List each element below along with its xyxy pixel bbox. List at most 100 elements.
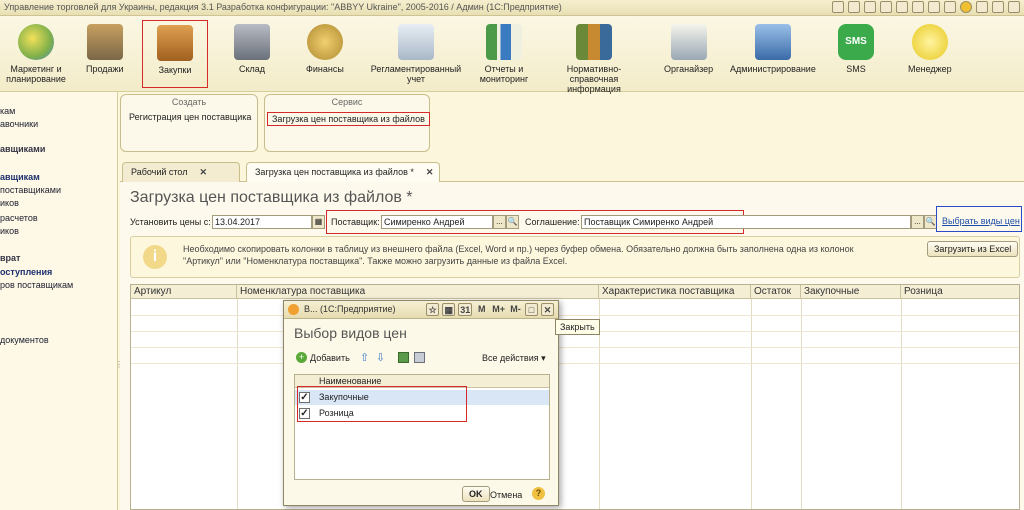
nav-group-header: авщиками	[0, 144, 46, 154]
service-group-header: Сервис	[331, 97, 363, 107]
window-titlebar: Управление торговлей для Украины, редакц…	[0, 0, 1024, 16]
date-input[interactable]: 13.04.2017	[212, 215, 312, 229]
tab-label: Рабочий стол	[131, 167, 188, 177]
nav-item[interactable]: кам	[0, 106, 15, 116]
ok-button[interactable]: OK	[462, 486, 490, 502]
section-purchases[interactable]: Закупки	[142, 20, 208, 88]
nav-item[interactable]: оступления	[0, 267, 52, 277]
copy-icon[interactable]	[414, 352, 425, 363]
tab-bar: Рабочий стол ✕ Загрузка цен поставщика из…	[120, 160, 1024, 182]
close-icon[interactable]: ✕	[426, 167, 434, 177]
info-icon[interactable]	[960, 1, 972, 13]
load-supplier-prices-link[interactable]: Загрузка цен поставщика из файлов	[267, 112, 430, 126]
info-icon: i	[143, 245, 167, 269]
section-label: Органайзер	[664, 64, 714, 74]
calculator-icon[interactable]: ▦	[442, 303, 456, 316]
close-tooltip: Закрыть	[555, 319, 600, 335]
section-sms[interactable]: SMS SMS	[838, 24, 874, 74]
search-icon[interactable]: 🔍	[506, 215, 519, 229]
calendar-icon[interactable]: 31	[458, 303, 473, 316]
calendar-icon[interactable]	[944, 1, 956, 13]
preview-icon[interactable]	[864, 1, 876, 13]
nav-item[interactable]: авщикам	[0, 172, 40, 182]
section-sales[interactable]: Продажи	[86, 24, 124, 74]
info-text: Необходимо скопировать колонки в таблицу…	[183, 244, 854, 266]
column-article[interactable]: Артикул	[131, 285, 237, 299]
supplier-price-registration-link[interactable]: Регистрация цен поставщика	[129, 112, 251, 122]
section-label: Отчеты и мониторинг	[479, 64, 529, 84]
close-icon[interactable]: ✕	[200, 167, 208, 177]
add-button[interactable]: Добавить	[310, 353, 350, 363]
nav-item[interactable]: ров поставщикам	[0, 280, 73, 290]
section-reports[interactable]: Отчеты и мониторинг	[476, 24, 532, 84]
section-organizer[interactable]: Органайзер	[664, 24, 713, 74]
section-label: Маркетинг и планирование	[6, 64, 66, 84]
dialog-titlebar: В... (1С:Предприятие) ☆ ▦ 31 M M+ M- □ ✕	[284, 301, 558, 319]
memory-minus-button[interactable]: M-	[509, 303, 522, 316]
nav-item[interactable]: поставщиками	[0, 185, 61, 195]
supplier-select-button[interactable]: ...	[493, 215, 506, 229]
section-reference[interactable]: Нормативно-справочная информация	[544, 24, 644, 94]
section-label: Закупки	[158, 65, 192, 75]
agreement-input[interactable]: Поставщик Симиренко Андрей	[581, 215, 911, 229]
calculator-icon[interactable]	[928, 1, 940, 13]
check-all-icon[interactable]	[398, 352, 409, 363]
load-prices-form: Загрузка цен поставщика из файлов * Уста…	[120, 182, 1024, 510]
nav-item[interactable]: документов	[0, 335, 49, 345]
favorites-icon[interactable]: ☆	[426, 303, 440, 316]
nav-item[interactable]: иков	[0, 226, 19, 236]
prices-table[interactable]: Артикул Номенклатура поставщика Характер…	[130, 284, 1020, 510]
titlebar-toolbar	[832, 1, 1020, 13]
cancel-button[interactable]: Отмена	[490, 490, 522, 500]
maximize-icon[interactable]	[992, 1, 1004, 13]
column-purchase[interactable]: Закупочные	[801, 285, 901, 299]
tab-load-prices[interactable]: Загрузка цен поставщика из файлов * ✕	[246, 162, 440, 182]
column-stock[interactable]: Остаток	[751, 285, 801, 299]
column-supplier-characteristic[interactable]: Характеристика поставщика	[599, 285, 751, 299]
nav-group-header: врат	[0, 253, 21, 263]
choose-price-types-link[interactable]: Выбрать виды цен	[942, 216, 1020, 226]
sections-panel: Маркетинг и планирование Продажи Закупки…	[0, 16, 1024, 94]
column-retail[interactable]: Розница	[901, 285, 1021, 299]
favorites-icon[interactable]	[912, 1, 924, 13]
nav-item[interactable]: расчетов	[0, 213, 38, 223]
nav-item[interactable]: авочники	[0, 119, 38, 129]
home-icon[interactable]	[880, 1, 892, 13]
move-down-icon[interactable]: ⇩	[376, 351, 385, 364]
section-manager[interactable]: Менеджер	[908, 24, 952, 74]
column-supplier-nomenclature[interactable]: Номенклатура поставщика	[237, 285, 599, 299]
dialog-window-title: В... (1С:Предприятие)	[304, 304, 396, 314]
section-finance[interactable]: Финансы	[306, 24, 344, 74]
tab-desktop[interactable]: Рабочий стол ✕	[122, 162, 240, 182]
set-prices-label: Установить цены с:	[130, 217, 211, 227]
help-icon[interactable]: ?	[532, 487, 545, 500]
rows-highlight	[297, 386, 467, 422]
all-actions-menu[interactable]: Все действия ▾	[482, 353, 546, 364]
history-icon[interactable]	[896, 1, 908, 13]
section-warehouse[interactable]: Склад	[234, 24, 270, 74]
maximize-icon[interactable]: □	[525, 303, 538, 316]
section-admin[interactable]: Администрирование	[730, 24, 816, 74]
agreement-select-button[interactable]: ...	[911, 215, 924, 229]
move-up-icon[interactable]: ⇧	[360, 351, 369, 364]
minimize-icon[interactable]	[976, 1, 988, 13]
close-icon[interactable]	[1008, 1, 1020, 13]
shelves-icon	[234, 24, 270, 60]
section-label: Финансы	[306, 64, 344, 74]
calendar-icon[interactable]: ▦	[312, 215, 325, 229]
memory-button[interactable]: M	[475, 303, 488, 316]
manager-icon	[911, 24, 948, 60]
section-marketing[interactable]: Маркетинг и планирование	[6, 24, 66, 84]
price-types-list[interactable]: Наименование ✓ Закупочные ✓ Розница	[294, 374, 550, 480]
print-icon[interactable]	[848, 1, 860, 13]
agreement-label: Соглашение:	[525, 217, 580, 227]
clipboard-icon	[670, 24, 707, 60]
memory-plus-button[interactable]: M+	[491, 303, 506, 316]
save-icon[interactable]	[832, 1, 844, 13]
nav-item[interactable]: иков	[0, 198, 19, 208]
supplier-input[interactable]: Симиренко Андрей	[381, 215, 493, 229]
close-icon[interactable]: ✕	[541, 303, 554, 316]
section-regulated[interactable]: Регламентированный учет	[370, 24, 462, 84]
splitter-handle[interactable]: ⋮	[115, 360, 123, 369]
load-from-excel-button[interactable]: Загрузить из Excel	[927, 241, 1019, 257]
